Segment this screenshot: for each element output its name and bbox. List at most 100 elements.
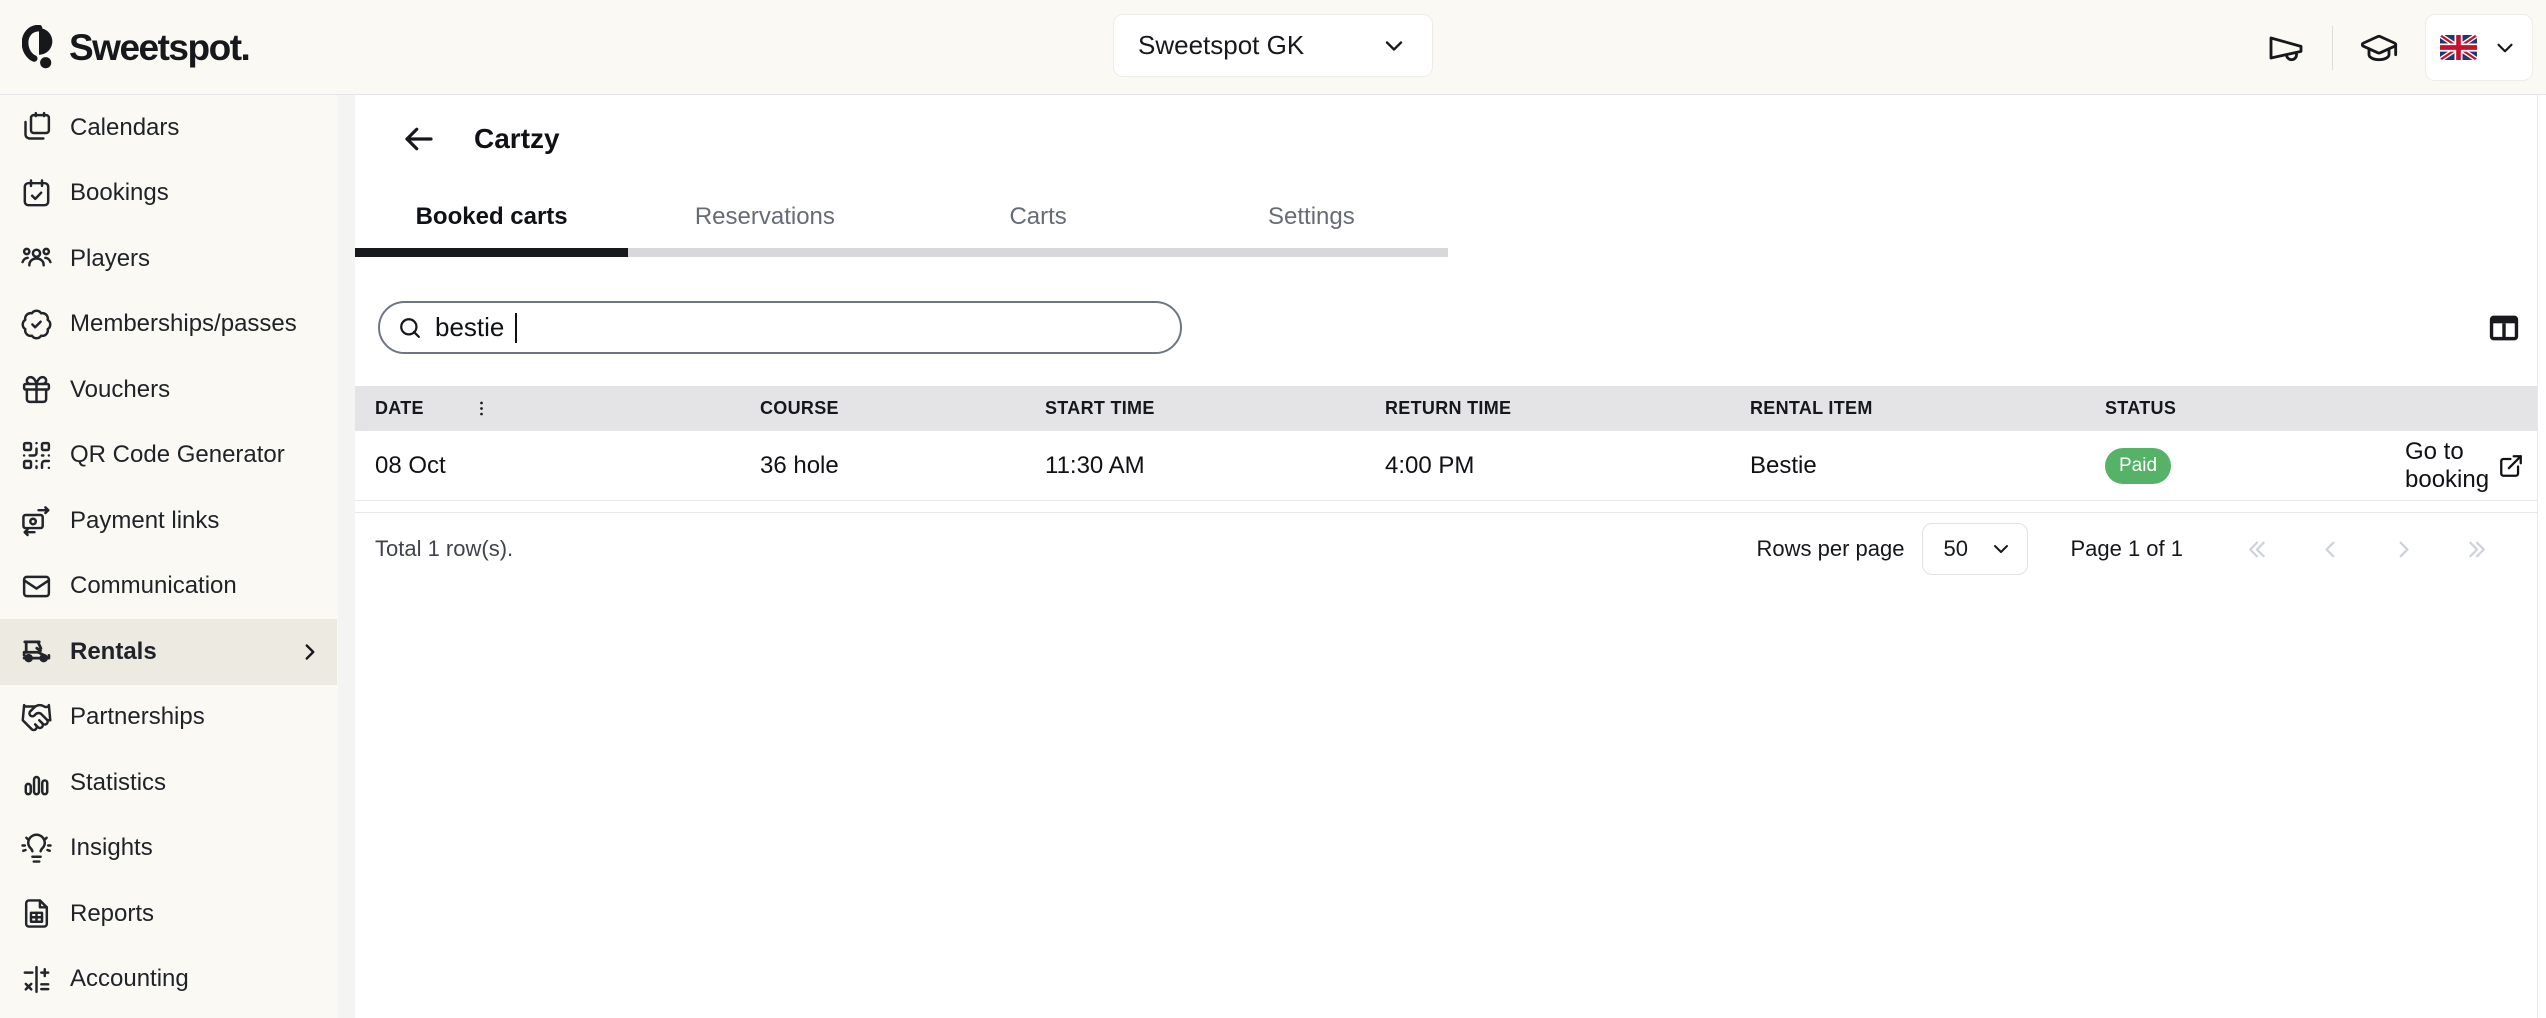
graduation-cap-icon bbox=[2359, 28, 2399, 68]
sidebar-item-label: QR Code Generator bbox=[70, 441, 285, 469]
page-scrollbar[interactable] bbox=[2537, 95, 2546, 1018]
chevron-down-icon bbox=[1380, 32, 1408, 60]
main-content: Cartzy Booked carts Reservations Carts S… bbox=[355, 95, 2546, 1018]
communication-icon bbox=[20, 570, 53, 603]
rows-per-page-select[interactable]: 50 bbox=[1922, 523, 2028, 575]
cell-date: 08 Oct bbox=[375, 452, 760, 480]
partnerships-icon bbox=[20, 701, 53, 734]
sidebar-item-rentals[interactable]: Rentals bbox=[0, 619, 337, 685]
reports-icon bbox=[20, 897, 53, 930]
last-page-button[interactable] bbox=[2440, 523, 2513, 575]
go-to-booking-label: Go to booking bbox=[2405, 438, 2489, 494]
sidebar-item-label: Partnerships bbox=[70, 703, 205, 731]
sweetspot-logo-icon bbox=[22, 25, 56, 70]
accounting-icon bbox=[20, 963, 53, 996]
pagination bbox=[2221, 523, 2513, 575]
sidebar-item-communication[interactable]: Communication bbox=[0, 554, 337, 620]
sidebar-item-reports[interactable]: Reports bbox=[0, 881, 337, 947]
qr-code-icon bbox=[20, 439, 53, 472]
tab-reservations[interactable]: Reservations bbox=[628, 187, 901, 257]
sidebar-item-label: Reports bbox=[70, 900, 154, 928]
total-rows-text: Total 1 row(s). bbox=[375, 536, 513, 562]
table-footer: Total 1 row(s). Rows per page 50 Page 1 … bbox=[355, 513, 2537, 585]
column-header-start-time: START TIME bbox=[1045, 398, 1385, 419]
page-title: Cartzy bbox=[474, 123, 560, 155]
tab-underline-active bbox=[355, 248, 628, 257]
external-link-icon bbox=[2498, 453, 2524, 479]
previous-page-button[interactable] bbox=[2294, 523, 2367, 575]
megaphone-icon bbox=[2266, 28, 2306, 68]
topbar-actions bbox=[2264, 0, 2533, 95]
column-header-course: COURSE bbox=[760, 398, 1045, 419]
column-menu-icon[interactable] bbox=[472, 399, 491, 418]
table-header-row: DATE COURSE START TIME RETURN TIME RENTA… bbox=[355, 386, 2537, 431]
tab-settings[interactable]: Settings bbox=[1175, 187, 1448, 257]
statistics-icon bbox=[20, 766, 53, 799]
sidebar-item-label: Bookings bbox=[70, 179, 169, 207]
page-info: Page 1 of 1 bbox=[2070, 536, 2183, 562]
sidebar-item-label: Vouchers bbox=[70, 376, 170, 404]
view-columns-button[interactable] bbox=[2487, 311, 2521, 345]
search-value: bestie bbox=[435, 312, 504, 343]
sidebar-item-calendars[interactable]: Calendars bbox=[0, 95, 337, 161]
first-page-button[interactable] bbox=[2221, 523, 2294, 575]
sidebar-item-partnerships[interactable]: Partnerships bbox=[0, 685, 337, 751]
sweetspot-logo[interactable]: Sweetspot. bbox=[22, 0, 249, 95]
table-row[interactable]: 08 Oct 36 hole 11:30 AM 4:00 PM Bestie P… bbox=[355, 431, 2537, 501]
sidebar-item-bookings[interactable]: Bookings bbox=[0, 161, 337, 227]
sidebar-item-accounting[interactable]: Accounting bbox=[0, 947, 337, 1013]
chevron-down-icon bbox=[2492, 35, 2518, 61]
tab-booked-carts[interactable]: Booked carts bbox=[355, 187, 628, 257]
sidebar-item-label: Players bbox=[70, 245, 150, 273]
page-header: Cartzy bbox=[355, 95, 2537, 157]
sidebar-item-insights[interactable]: Insights bbox=[0, 816, 337, 882]
column-header-date: DATE bbox=[375, 398, 424, 419]
rows-per-page-label: Rows per page bbox=[1756, 536, 1904, 562]
sidebar-item-vouchers[interactable]: Vouchers bbox=[0, 357, 337, 423]
sidebar-item-qr-code-generator[interactable]: QR Code Generator bbox=[0, 423, 337, 489]
tab-carts[interactable]: Carts bbox=[902, 187, 1175, 257]
bookings-icon bbox=[20, 177, 53, 210]
table-bottom-border bbox=[355, 501, 2537, 513]
memberships-icon bbox=[20, 308, 53, 341]
sidebar-item-label: Accounting bbox=[70, 965, 189, 993]
sidebar-item-label: Insights bbox=[70, 834, 153, 862]
academy-button[interactable] bbox=[2357, 26, 2401, 70]
sidebar-item-label: Payment links bbox=[70, 507, 219, 535]
club-selector[interactable]: Sweetspot GK bbox=[1113, 14, 1433, 77]
sidebar-nav: Calendars Bookings Players Memberships/p… bbox=[0, 95, 355, 1018]
announcements-button[interactable] bbox=[2264, 26, 2308, 70]
back-button[interactable] bbox=[401, 121, 437, 157]
sidebar-item-payment-links[interactable]: Payment links bbox=[0, 488, 337, 554]
search-input[interactable]: bestie bbox=[378, 301, 1182, 354]
sidebar-item-statistics[interactable]: Statistics bbox=[0, 750, 337, 816]
sidebar-item-label: Communication bbox=[70, 572, 237, 600]
sidebar-item-label: Statistics bbox=[70, 769, 166, 797]
next-page-button[interactable] bbox=[2367, 523, 2440, 575]
vouchers-icon bbox=[20, 373, 53, 406]
sidebar-item-players[interactable]: Players bbox=[0, 226, 337, 292]
logo-text: Sweetspot. bbox=[69, 27, 249, 69]
sidebar-item-label: Memberships/passes bbox=[70, 310, 297, 338]
search-icon bbox=[396, 314, 424, 342]
column-header-status: STATUS bbox=[2105, 398, 2405, 419]
sidebar-item-label: Rentals bbox=[70, 638, 157, 666]
rows-per-page-value: 50 bbox=[1943, 536, 1967, 562]
cell-rental-item: Bestie bbox=[1750, 452, 2105, 480]
chevron-right-icon bbox=[297, 639, 323, 665]
cell-return-time: 4:00 PM bbox=[1385, 452, 1750, 480]
sidebar-scrollbar[interactable] bbox=[338, 95, 355, 1018]
topbar-divider bbox=[2332, 26, 2333, 70]
club-selector-value: Sweetspot GK bbox=[1138, 30, 1304, 61]
language-selector[interactable] bbox=[2425, 14, 2533, 81]
rentals-icon bbox=[20, 635, 53, 668]
sidebar-item-label: Calendars bbox=[70, 114, 179, 142]
booked-carts-table: DATE COURSE START TIME RETURN TIME RENTA… bbox=[355, 386, 2537, 585]
go-to-booking-link[interactable]: Go to booking bbox=[2405, 438, 2524, 494]
chevron-down-icon bbox=[1989, 537, 2013, 561]
status-badge: Paid bbox=[2105, 448, 2171, 484]
tab-bar: Booked carts Reservations Carts Settings bbox=[355, 187, 1448, 257]
insights-icon bbox=[20, 832, 53, 865]
sidebar-item-memberships[interactable]: Memberships/passes bbox=[0, 292, 337, 358]
cell-course: 36 hole bbox=[760, 452, 1045, 480]
